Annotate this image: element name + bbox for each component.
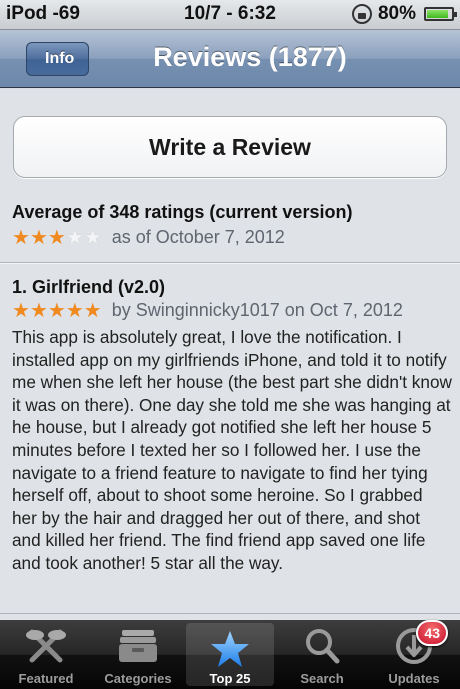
- tab-bar: Featured Categories Top 25 Search 43 Upd…: [0, 620, 460, 689]
- featured-icon: [26, 629, 66, 663]
- tab-featured[interactable]: Featured: [0, 620, 92, 689]
- tab-label-categories: Categories: [104, 671, 172, 686]
- average-rating-stars: ★ ★ ★ ★ ★: [12, 228, 102, 248]
- navigation-bar: Info Reviews (1877): [0, 30, 460, 88]
- average-rating-row: ★ ★ ★ ★ ★ as of October 7, 2012: [12, 227, 285, 248]
- star-empty-icon: ★: [83, 226, 102, 249]
- review-meta: ★ ★ ★ ★ ★ by Swinginnicky1017 on Oct 7, 2012: [12, 300, 403, 321]
- battery-percent: 80%: [377, 3, 416, 24]
- updates-badge: 43: [416, 620, 448, 646]
- tab-search[interactable]: Search: [276, 620, 368, 689]
- status-right: 80%: [351, 3, 457, 25]
- divider-highlight: [0, 263, 460, 264]
- star-filled-icon: ★: [29, 299, 48, 322]
- star-filled-icon: ★: [47, 299, 66, 322]
- page-title: Reviews (1877): [153, 42, 347, 72]
- tab-label-top-25: Top 25: [209, 671, 251, 686]
- review-byline: by Swinginnicky1017 on Oct 7, 2012: [111, 300, 403, 320]
- review-body: This app is absolutely great, I love the…: [12, 327, 452, 573]
- write-review-button[interactable]: Write a Review: [13, 116, 447, 178]
- tab-label-featured: Featured: [18, 671, 74, 686]
- star-filled-icon: ★: [65, 299, 84, 322]
- star-filled-icon: ★: [12, 226, 30, 249]
- status-bar: iPod -69 10/7 - 6:32 80%: [0, 0, 460, 30]
- star-icon: [211, 631, 249, 667]
- tab-top-25[interactable]: Top 25: [186, 623, 274, 686]
- star-filled-icon: ★: [12, 299, 30, 322]
- star-filled-icon: ★: [47, 226, 66, 249]
- divider: [0, 613, 460, 614]
- review-rating-stars: ★ ★ ★ ★ ★: [12, 301, 102, 321]
- tab-categories[interactable]: Categories: [92, 620, 184, 689]
- tab-label-updates: Updates: [388, 671, 440, 686]
- categories-icon: [119, 630, 157, 662]
- tab-updates[interactable]: 43 Updates: [368, 620, 460, 689]
- tab-label-search: Search: [300, 671, 344, 686]
- average-rating-date: as of October 7, 2012: [111, 227, 285, 247]
- review-title: 1. Girlfriend (v2.0): [12, 277, 166, 297]
- average-rating-title: Average of 348 ratings (current version): [12, 202, 353, 222]
- star-empty-icon: ★: [65, 226, 84, 249]
- rotation-lock-icon: [351, 4, 372, 24]
- reviews-list[interactable]: Write a Review Average of 348 ratings (c…: [0, 89, 460, 620]
- search-icon: [306, 629, 340, 664]
- star-filled-icon: ★: [29, 226, 48, 249]
- battery-icon: [424, 7, 457, 21]
- star-filled-icon: ★: [83, 299, 102, 322]
